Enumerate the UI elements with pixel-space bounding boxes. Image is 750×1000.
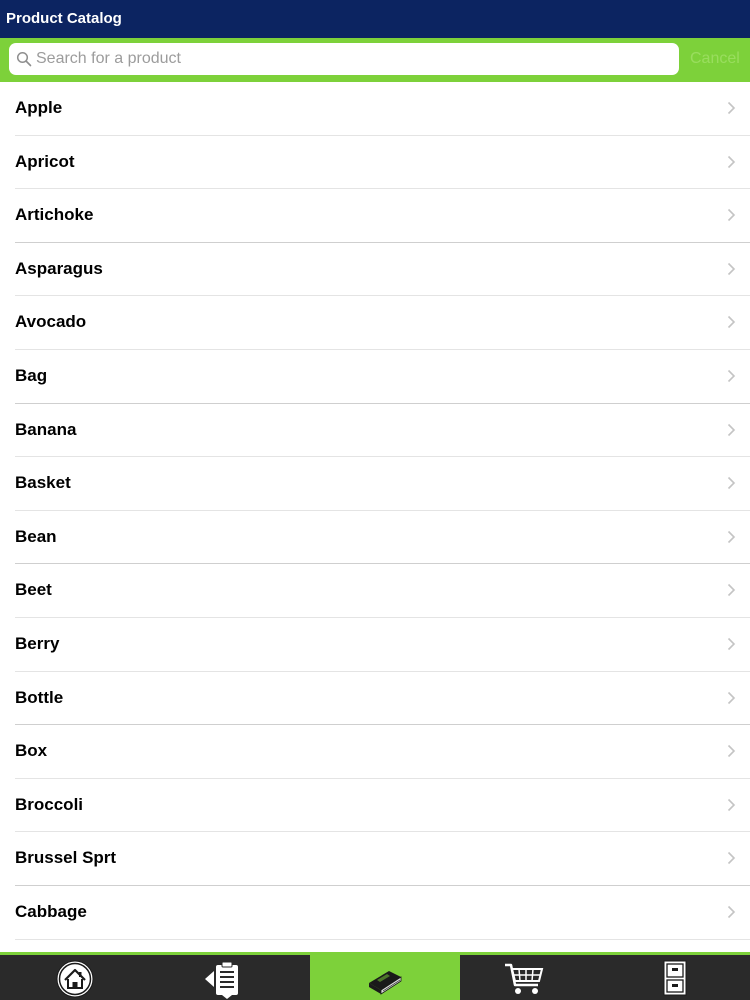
list-item[interactable]: Bean bbox=[0, 511, 750, 565]
list-item[interactable]: Berry bbox=[0, 618, 750, 672]
chevron-right-icon bbox=[727, 477, 736, 490]
product-name: Basket bbox=[15, 473, 71, 493]
list-item[interactable]: Apricot bbox=[0, 136, 750, 190]
search-bar: Cancel bbox=[0, 38, 750, 82]
chevron-right-icon bbox=[727, 905, 736, 918]
row-divider bbox=[15, 938, 750, 940]
product-name: Banana bbox=[15, 419, 77, 439]
product-name: Asparagus bbox=[15, 258, 103, 278]
clipboard-icon bbox=[205, 961, 238, 999]
tab-list[interactable] bbox=[150, 955, 300, 1000]
title-bar: Product Catalog bbox=[0, 0, 750, 38]
catalog-book-icon bbox=[369, 971, 402, 995]
list-item[interactable]: Brussel Sprt bbox=[0, 832, 750, 886]
chevron-right-icon bbox=[727, 209, 736, 222]
list-item[interactable]: Box bbox=[0, 725, 750, 779]
shopping-cart-icon bbox=[505, 963, 544, 994]
product-name: Beet bbox=[15, 580, 52, 600]
page-title: Product Catalog bbox=[6, 10, 122, 27]
chevron-right-icon bbox=[727, 798, 736, 811]
product-name: Broccoli bbox=[15, 794, 84, 814]
cancel-button[interactable]: Cancel bbox=[690, 50, 740, 68]
product-name: Apple bbox=[15, 98, 63, 117]
chevron-right-icon bbox=[727, 316, 736, 329]
list-item[interactable]: Beet bbox=[0, 564, 750, 618]
search-icon bbox=[16, 51, 32, 67]
list-item[interactable]: Basket bbox=[0, 457, 750, 511]
home-icon bbox=[56, 960, 94, 998]
tab-bar bbox=[0, 952, 750, 1000]
list-item[interactable]: Bag bbox=[0, 350, 750, 404]
list-item[interactable]: Cabbage bbox=[0, 886, 750, 940]
search-box[interactable] bbox=[9, 43, 679, 75]
product-name: Cabbage bbox=[15, 901, 87, 921]
chevron-right-icon bbox=[727, 101, 736, 115]
product-name: Bean bbox=[15, 526, 57, 546]
product-name: Brussel Sprt bbox=[15, 848, 117, 868]
product-name: Bottle bbox=[15, 687, 64, 707]
chevron-right-icon bbox=[727, 369, 736, 383]
product-list[interactable]: Apple Apricot Artichoke Asparagus Avocado Bag… bbox=[0, 82, 750, 952]
chevron-right-icon bbox=[727, 745, 736, 758]
chevron-right-icon bbox=[727, 691, 736, 704]
chevron-right-icon bbox=[727, 155, 736, 168]
product-name: Berry bbox=[15, 633, 60, 653]
list-item[interactable]: Banana bbox=[0, 404, 750, 458]
list-item[interactable]: Avocado bbox=[0, 296, 750, 350]
chevron-right-icon bbox=[727, 852, 736, 865]
product-name: Bag bbox=[15, 365, 48, 385]
product-name: Artichoke bbox=[15, 205, 94, 225]
product-name: Box bbox=[15, 741, 48, 761]
chevron-right-icon bbox=[727, 584, 736, 597]
chevron-right-icon bbox=[727, 262, 736, 275]
file-cabinet-icon bbox=[663, 960, 687, 996]
tab-cart[interactable] bbox=[450, 955, 600, 1000]
product-name: Avocado bbox=[15, 312, 87, 332]
tab-catalog[interactable] bbox=[310, 955, 460, 1000]
list-item[interactable]: Broccoli bbox=[0, 779, 750, 833]
list-item[interactable]: Artichoke bbox=[0, 189, 750, 243]
list-item[interactable]: Asparagus bbox=[0, 243, 750, 297]
tab-home[interactable] bbox=[0, 955, 150, 1000]
search-input[interactable] bbox=[36, 48, 666, 70]
tab-files[interactable] bbox=[600, 955, 750, 1000]
chevron-right-icon bbox=[727, 423, 736, 436]
product-name: Apricot bbox=[15, 151, 75, 171]
chevron-right-icon bbox=[727, 637, 736, 651]
list-item[interactable]: Bottle bbox=[0, 672, 750, 726]
chevron-right-icon bbox=[727, 530, 736, 543]
list-item[interactable]: Apple bbox=[0, 82, 750, 136]
